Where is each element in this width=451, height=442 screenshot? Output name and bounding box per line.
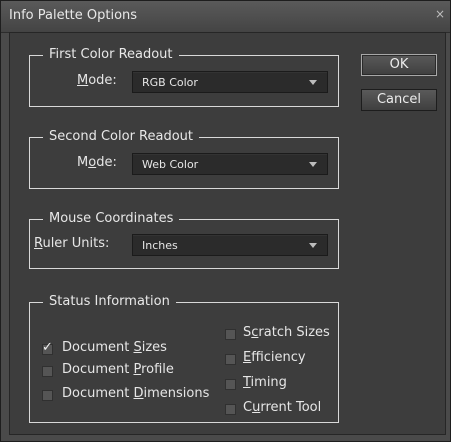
dialog-title: Info Palette Options — [9, 8, 138, 23]
first-mode-value: RGB Color — [142, 76, 198, 89]
document-dimensions-label[interactable]: Document Dimensions — [62, 386, 209, 401]
timing-checkbox[interactable] — [225, 379, 236, 390]
chevron-down-icon — [309, 162, 317, 167]
document-sizes-label[interactable]: Document Sizes — [62, 340, 167, 355]
document-profile-label[interactable]: Document Profile — [62, 362, 174, 377]
dialog-window: Info Palette Options × First Color Reado… — [0, 0, 451, 442]
second-mode-label: Mode: — [77, 155, 117, 170]
second-color-readout-legend: Second Color Readout — [43, 129, 200, 144]
checkmark-icon: ✓ — [42, 340, 53, 355]
first-color-readout-group: First Color Readout Mode: RGB Color — [29, 47, 339, 107]
close-icon[interactable]: × — [433, 7, 447, 23]
current-tool-checkbox[interactable] — [225, 404, 236, 415]
ruler-units-value: Inches — [142, 239, 178, 252]
ok-button[interactable]: OK — [361, 54, 437, 76]
second-color-readout-group: Second Color Readout Mode: Web Color — [29, 129, 339, 189]
cancel-button[interactable]: Cancel — [361, 89, 437, 111]
chevron-down-icon — [309, 243, 317, 248]
ruler-units-label: Ruler Units: — [34, 236, 110, 251]
document-sizes-checkbox[interactable]: ✓ — [42, 340, 53, 355]
status-information-group: Status Information ✓ Document Sizes Docu… — [29, 294, 339, 423]
dialog-body: First Color Readout Mode: RGB Color Seco… — [9, 32, 446, 435]
title-bar[interactable]: Info Palette Options × — [1, 1, 450, 33]
efficiency-checkbox[interactable] — [225, 354, 236, 365]
first-mode-label: Mode: — [77, 73, 117, 88]
scratch-sizes-checkbox[interactable] — [225, 329, 236, 340]
mouse-coordinates-group: Mouse Coordinates Ruler Units: Inches — [29, 211, 339, 269]
status-information-legend: Status Information — [43, 294, 176, 309]
scratch-sizes-label[interactable]: Scratch Sizes — [243, 325, 330, 340]
document-profile-checkbox[interactable] — [42, 366, 53, 377]
document-dimensions-checkbox[interactable] — [42, 390, 53, 401]
second-mode-dropdown[interactable]: Web Color — [132, 153, 328, 175]
timing-label[interactable]: Timing — [243, 375, 287, 390]
chevron-down-icon — [309, 80, 317, 85]
first-color-readout-legend: First Color Readout — [43, 47, 179, 62]
efficiency-label[interactable]: Efficiency — [243, 350, 306, 365]
first-mode-dropdown[interactable]: RGB Color — [132, 71, 328, 93]
second-mode-value: Web Color — [142, 158, 199, 171]
mouse-coordinates-legend: Mouse Coordinates — [43, 211, 180, 226]
ruler-units-dropdown[interactable]: Inches — [132, 234, 328, 256]
current-tool-label[interactable]: Current Tool — [243, 400, 321, 415]
